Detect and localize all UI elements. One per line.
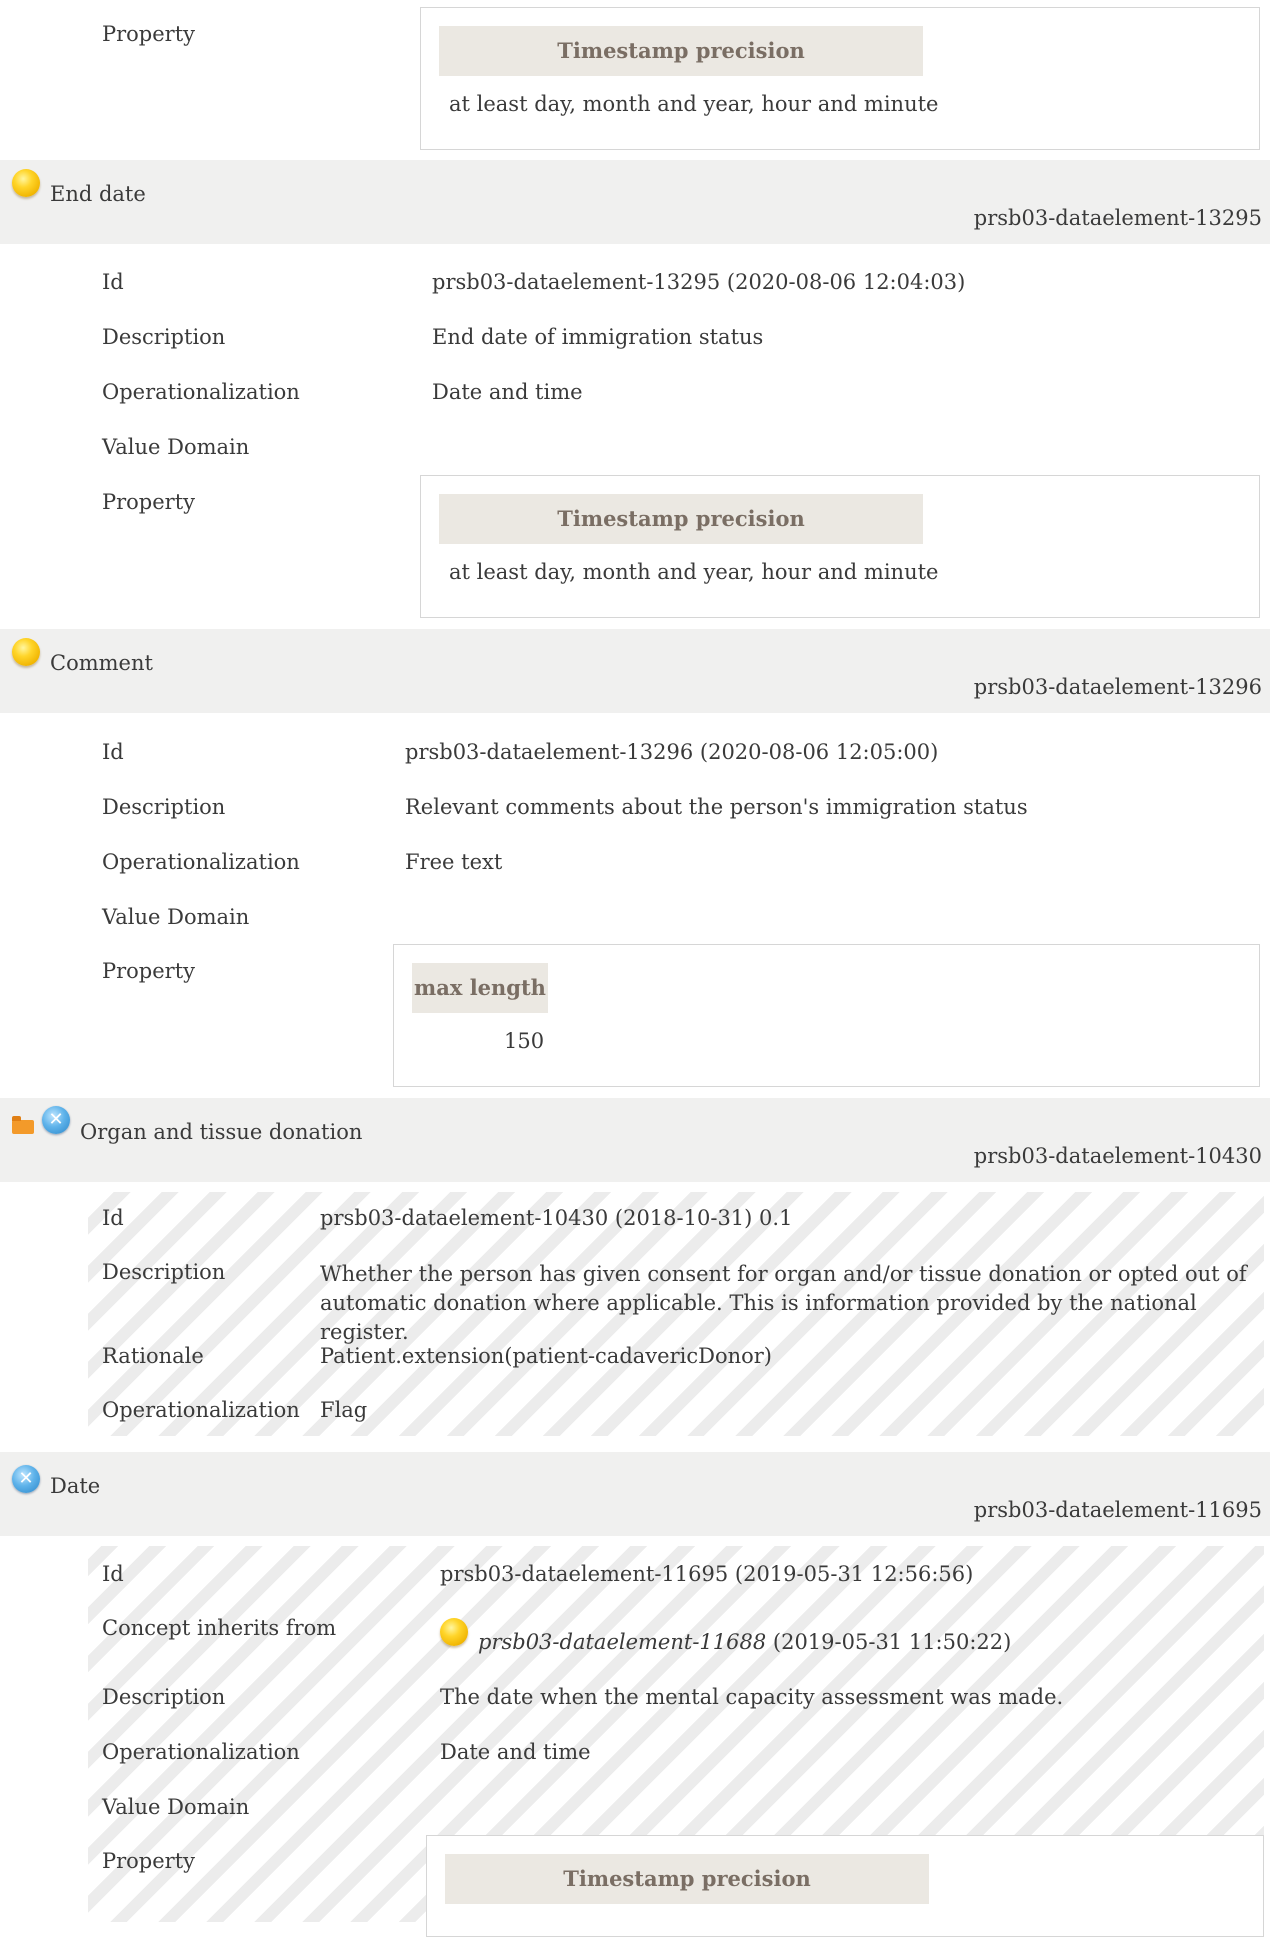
concept-header-end-date[interactable]: End date prsb03-dataelement-13295 xyxy=(0,160,1270,244)
operationalization-value: Flag xyxy=(320,1398,368,1422)
operationalization-label: Operationalization xyxy=(102,1398,300,1422)
description-value: Whether the person has given consent for… xyxy=(320,1262,1247,1344)
inherits-label: Concept inherits from xyxy=(102,1616,337,1640)
property-label: Property xyxy=(102,490,196,514)
operationalization-label: Operationalization xyxy=(102,380,300,404)
inherits-link[interactable]: prsb03-dataelement-11688 xyxy=(478,1630,766,1654)
property-label: Property xyxy=(102,1849,196,1873)
inherits-date: (2019-05-31 11:50:22) xyxy=(766,1630,1012,1654)
property-label: Property xyxy=(102,22,196,46)
id-value: prsb03-dataelement-11695 (2019-05-31 12:… xyxy=(440,1562,974,1586)
concept-header-id: prsb03-dataelement-13296 xyxy=(973,675,1262,699)
status-draft-icon xyxy=(12,169,40,197)
operationalization-label: Operationalization xyxy=(102,1740,300,1764)
id-value: prsb03-dataelement-13296 (2020-08-06 12:… xyxy=(405,740,939,764)
rationale-value: Patient.extension(patient-cadavericDonor… xyxy=(320,1344,772,1368)
value-domain-label: Value Domain xyxy=(102,1795,250,1819)
value-domain-label: Value Domain xyxy=(102,905,250,929)
concept-title: End date xyxy=(50,182,146,206)
property-value: at least day, month and year, hour and m… xyxy=(449,560,939,584)
concept-header-id: prsb03-dataelement-13295 xyxy=(973,206,1262,230)
property-box: Timestamp precision at least day, month … xyxy=(420,475,1260,618)
operationalization-value: Date and time xyxy=(432,380,583,404)
concept-header-organ-donation[interactable]: ✕ Organ and tissue donation prsb03-datae… xyxy=(0,1098,1270,1182)
concept-header-comment[interactable]: Comment prsb03-dataelement-13296 xyxy=(0,629,1270,713)
status-draft-icon xyxy=(440,1618,468,1646)
status-cancelled-icon: ✕ xyxy=(12,1465,40,1493)
open-folder-icon[interactable] xyxy=(12,1116,34,1134)
property-heading: Timestamp precision xyxy=(445,1854,929,1904)
property-value: 150 xyxy=(504,1029,545,1053)
operationalization-value: Date and time xyxy=(440,1740,591,1764)
concept-title: Comment xyxy=(50,651,153,675)
id-label: Id xyxy=(102,1562,124,1586)
cancelled-concept-body: Id prsb03-dataelement-11695 (2019-05-31 … xyxy=(88,1546,1264,1937)
concept-header-id: prsb03-dataelement-11695 xyxy=(973,1498,1262,1522)
cancelled-concept-body: Id prsb03-dataelement-10430 (2018-10-31)… xyxy=(88,1192,1264,1436)
operationalization-label: Operationalization xyxy=(102,850,300,874)
property-box: max length 150 xyxy=(393,944,1260,1087)
concept-title: Date xyxy=(50,1474,101,1498)
property-heading: Timestamp precision xyxy=(439,26,923,76)
id-value: prsb03-dataelement-10430 (2018-10-31) 0.… xyxy=(320,1206,793,1230)
property-label: Property xyxy=(102,959,196,983)
concept-header-id: prsb03-dataelement-10430 xyxy=(973,1144,1262,1168)
property-heading: max length xyxy=(412,963,548,1013)
description-label: Description xyxy=(102,1260,226,1284)
status-cancelled-icon: ✕ xyxy=(42,1106,70,1134)
id-label: Id xyxy=(102,740,124,764)
description-label: Description xyxy=(102,1685,226,1709)
value-domain-label: Value Domain xyxy=(102,435,250,459)
concept-header-date[interactable]: ✕ Date prsb03-dataelement-11695 xyxy=(0,1452,1270,1536)
concept-title: Organ and tissue donation xyxy=(80,1120,363,1144)
id-value: prsb03-dataelement-13295 (2020-08-06 12:… xyxy=(432,270,966,294)
property-heading: Timestamp precision xyxy=(439,494,923,544)
description-value: The date when the mental capacity assess… xyxy=(440,1685,1064,1709)
property-box: Timestamp precision at least day, month … xyxy=(420,7,1260,150)
rationale-label: Rationale xyxy=(102,1344,204,1368)
description-label: Description xyxy=(102,325,226,349)
status-draft-icon xyxy=(12,638,40,666)
id-label: Id xyxy=(102,270,124,294)
inherits-value: prsb03-dataelement-11688 (2019-05-31 11:… xyxy=(478,1630,1011,1654)
description-label: Description xyxy=(102,795,226,819)
operationalization-value: Free text xyxy=(405,850,503,874)
property-value: at least day, month and year, hour and m… xyxy=(449,92,939,116)
id-label: Id xyxy=(102,1206,124,1230)
description-value: End date of immigration status xyxy=(432,325,764,349)
description-value: Relevant comments about the person's imm… xyxy=(405,795,1028,819)
